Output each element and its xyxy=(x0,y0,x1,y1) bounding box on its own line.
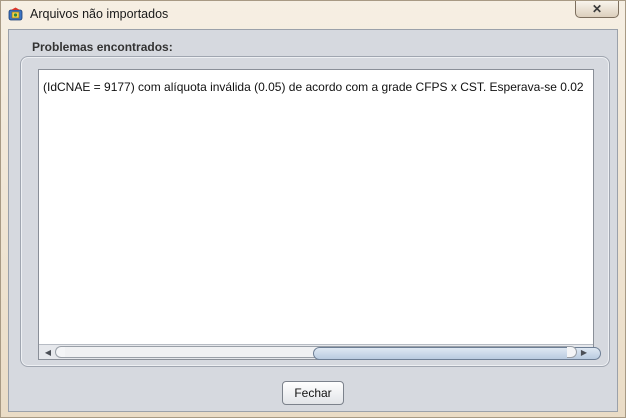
arrow-left-icon: ◀ xyxy=(44,347,52,357)
problems-label: Problemas encontrados: xyxy=(32,40,173,54)
problem-message: (IdCNAE = 9177) com alíquota inválida (0… xyxy=(43,80,584,94)
scroll-track[interactable] xyxy=(65,346,601,360)
arrow-right-icon: ▶ xyxy=(580,347,588,357)
title-bar[interactable]: Arquivos não importados ✕ xyxy=(1,1,625,27)
scroll-thumb[interactable] xyxy=(313,347,601,360)
close-button[interactable]: Fechar xyxy=(282,381,344,405)
dialog-window: Arquivos não importados ✕ Problemas enco… xyxy=(0,0,626,418)
scroll-left-button[interactable]: ◀ xyxy=(41,346,55,358)
app-coat-of-arms-icon xyxy=(8,7,23,21)
dialog-content: Problemas encontrados: (IdCNAE = 9177) c… xyxy=(8,29,618,412)
problems-panel: (IdCNAE = 9177) com alíquota inválida (0… xyxy=(20,56,610,367)
close-icon: ✕ xyxy=(591,2,603,16)
scroll-right-button[interactable]: ▶ xyxy=(577,346,591,358)
horizontal-scrollbar[interactable]: ◀ ▶ xyxy=(39,344,601,360)
close-window-button[interactable]: ✕ xyxy=(575,1,619,18)
problems-text-area[interactable]: (IdCNAE = 9177) com alíquota inválida (0… xyxy=(38,69,601,360)
scroll-track-start xyxy=(55,346,65,358)
window-title: Arquivos não importados xyxy=(30,7,169,21)
